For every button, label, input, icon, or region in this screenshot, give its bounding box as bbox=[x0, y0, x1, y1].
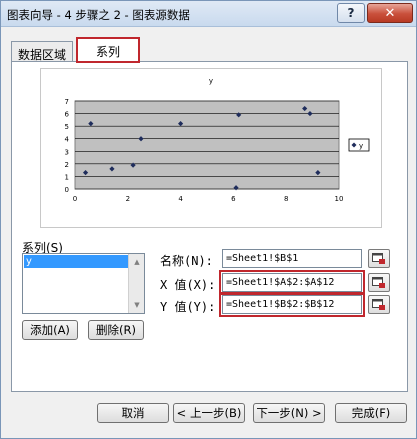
chart-wizard-dialog: 图表向导 - 4 步骤之 2 - 图表源数据 ? ✕ 数据区域 系列 0 1 2 3 4… bbox=[0, 0, 417, 439]
x-tick-label: 0 bbox=[73, 195, 77, 203]
tab-data-range[interactable]: 数据区域 bbox=[11, 41, 73, 62]
series-listbox[interactable]: y ▲ ▼ bbox=[22, 253, 145, 314]
title-bar[interactable]: 图表向导 - 4 步骤之 2 - 图表源数据 ? ✕ bbox=[1, 1, 416, 27]
add-series-button[interactable]: 添加(A) bbox=[22, 320, 78, 340]
chart-title: y bbox=[209, 77, 213, 85]
x-tick-label: 2 bbox=[126, 195, 130, 203]
listbox-scrollbar[interactable]: ▲ ▼ bbox=[128, 254, 144, 313]
window-title: 图表向导 - 4 步骤之 2 - 图表源数据 bbox=[7, 8, 190, 22]
x-tick-label: 4 bbox=[178, 195, 183, 203]
tab-series[interactable]: 系列 bbox=[76, 37, 140, 63]
name-range-picker-button[interactable] bbox=[368, 249, 390, 268]
legend-label: y bbox=[359, 142, 363, 150]
name-field[interactable]: =Sheet1!$B$1 bbox=[222, 249, 362, 268]
x-values-label: X 值(X): bbox=[160, 278, 216, 292]
y-tick-label: 7 bbox=[65, 98, 69, 106]
y-range-picker-button[interactable] bbox=[368, 295, 390, 314]
next-button[interactable]: 下一步(N) > bbox=[253, 403, 325, 423]
x-tick-label: 6 bbox=[231, 195, 236, 203]
chart-preview: 0 1 2 3 4 5 6 7 0 2 4 6 8 10 y y bbox=[40, 68, 382, 228]
back-button[interactable]: < 上一步(B) bbox=[173, 403, 245, 423]
scroll-down-icon[interactable]: ▼ bbox=[130, 298, 144, 312]
y-values-label: Y 值(Y): bbox=[160, 300, 216, 314]
x-tick-label: 8 bbox=[284, 195, 288, 203]
x-range-picker-button[interactable] bbox=[368, 273, 390, 292]
y-tick-label: 6 bbox=[65, 111, 70, 119]
y-tick-label: 1 bbox=[65, 173, 69, 181]
finish-button[interactable]: 完成(F) bbox=[335, 403, 407, 423]
y-values-field[interactable]: =Sheet1!$B$2:$B$12 bbox=[219, 292, 365, 317]
delete-series-button[interactable]: 删除(R) bbox=[88, 320, 144, 340]
y-tick-label: 4 bbox=[65, 136, 70, 144]
plot-area bbox=[74, 100, 340, 190]
series-tab-panel: 0 1 2 3 4 5 6 7 0 2 4 6 8 10 y y 系列(S) y ▲ ▼ 添加(A) 删除(R… bbox=[11, 61, 408, 392]
collapse-dialog-icon bbox=[372, 253, 385, 264]
scatter-chart: 0 1 2 3 4 5 6 7 0 2 4 6 8 10 y y bbox=[65, 77, 370, 203]
collapse-dialog-icon bbox=[372, 299, 385, 310]
close-button[interactable]: ✕ bbox=[367, 3, 413, 23]
y-tick-label: 3 bbox=[65, 148, 69, 156]
series-list-item[interactable]: y bbox=[24, 255, 128, 268]
collapse-dialog-icon bbox=[372, 277, 385, 288]
y-tick-label: 0 bbox=[65, 186, 69, 194]
y-tick-label: 5 bbox=[65, 123, 69, 131]
y-tick-label: 2 bbox=[65, 161, 69, 169]
name-field-label: 名称(N): bbox=[160, 254, 213, 268]
help-button[interactable]: ? bbox=[337, 3, 365, 23]
x-tick-label: 10 bbox=[335, 195, 344, 203]
scroll-up-icon[interactable]: ▲ bbox=[130, 255, 144, 269]
x-values-field[interactable]: =Sheet1!$A$2:$A$12 bbox=[219, 270, 365, 295]
cancel-button[interactable]: 取消 bbox=[97, 403, 169, 423]
